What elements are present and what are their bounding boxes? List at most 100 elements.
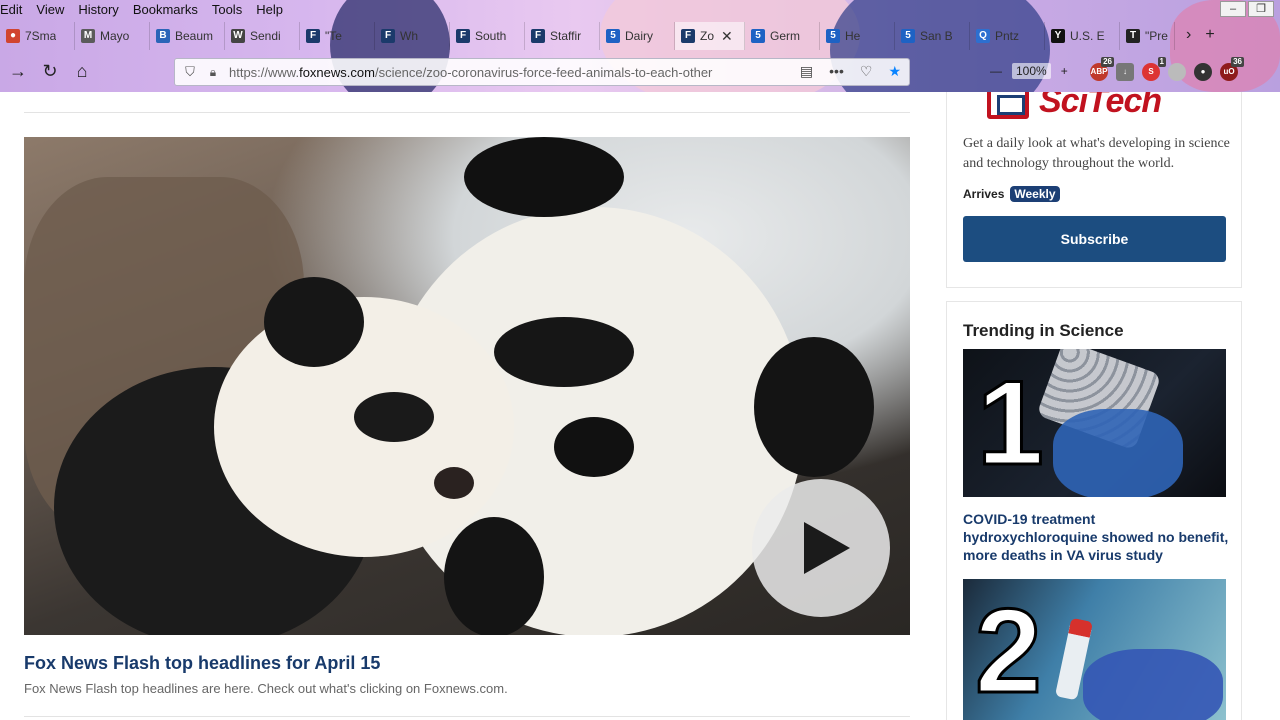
menu-edit[interactable]: Edit: [0, 0, 22, 20]
url-domain: foxnews.com: [299, 64, 375, 80]
trending-rank: 2: [974, 584, 1044, 718]
ublock-origin-icon[interactable]: uO 36: [1220, 57, 1244, 81]
tab-label: Staffir: [550, 29, 582, 43]
tab-label: Wh: [400, 29, 418, 43]
arrives-label: Arrives: [963, 187, 1005, 201]
tab-label: He: [845, 29, 861, 43]
adblock-plus-icon[interactable]: ABP 26: [1090, 57, 1114, 81]
browser-tab[interactable]: W Sendi: [225, 22, 300, 50]
menu-bar: Edit View History Bookmarks Tools Help: [0, 0, 283, 20]
channel5-icon: 5: [901, 29, 915, 43]
tab-bar: ● 7Sma M Mayo B Beaum W Sendi F "Te F Wh F Sout…: [0, 21, 1280, 51]
zoom-in-icon[interactable]: +: [1061, 64, 1068, 78]
newsletter-signup-box: SciTech Get a daily look at what's devel…: [946, 92, 1242, 288]
account-icon[interactable]: ●: [1194, 63, 1212, 81]
browser-tab[interactable]: M Mayo: [75, 22, 150, 50]
menu-history[interactable]: History: [78, 0, 118, 20]
menu-help[interactable]: Help: [256, 0, 283, 20]
video-title-link[interactable]: Fox News Flash top headlines for April 1…: [24, 653, 380, 674]
trending-item-1-headline[interactable]: COVID-19 treatment hydroxychloroquine sh…: [963, 510, 1231, 564]
trending-item-1-image[interactable]: 1: [963, 349, 1226, 497]
tab-label: 7Sma: [25, 29, 57, 43]
browser-tab[interactable]: 5 Dairy: [600, 22, 675, 50]
microchip-icon: [987, 92, 1029, 119]
browser-tab[interactable]: Y U.S. E: [1045, 22, 1120, 50]
url-text[interactable]: https://www.foxnews.com/science/zoo-coro…: [229, 65, 712, 80]
cub-nose: [434, 467, 474, 499]
new-tab-icon[interactable]: +: [1205, 26, 1214, 44]
play-button[interactable]: [752, 479, 890, 617]
url-path: /science/zoo-coronavirus-force-feed-anim…: [374, 64, 713, 80]
gloved-hands: [1053, 409, 1183, 497]
tab-label: Germ: [770, 29, 800, 43]
tracking-protection-shield-icon[interactable]: ⛉: [183, 64, 197, 80]
browser-tab[interactable]: T "Pre: [1120, 22, 1175, 50]
channel5-icon: 5: [751, 29, 765, 43]
newsletter-frequency: Arrives Weekly: [963, 186, 1060, 202]
browser-chrome: Edit View History Bookmarks Tools Help –…: [0, 0, 1280, 92]
fox-icon: F: [456, 29, 470, 43]
video-player[interactable]: [24, 137, 910, 635]
trending-item-2-image[interactable]: 2: [963, 579, 1226, 720]
zoom-controls: — 100% +: [990, 63, 1068, 79]
browser-tab[interactable]: F Wh: [375, 22, 450, 50]
browser-tab[interactable]: 5 Germ: [745, 22, 820, 50]
subscribe-button[interactable]: Subscribe: [963, 216, 1226, 262]
page-actions-icon[interactable]: •••: [829, 63, 844, 80]
zoom-level[interactable]: 100%: [1012, 63, 1051, 79]
fox-icon: F: [681, 29, 695, 43]
reload-icon[interactable]: ↻: [38, 61, 62, 82]
tab-label: U.S. E: [1070, 29, 1105, 43]
cub-paw: [444, 517, 544, 635]
newsletter-description: Get a daily look at what's developing in…: [963, 136, 1230, 171]
wsj-icon: W: [231, 29, 245, 43]
address-bar-actions: ▤ ••• ♡ ★: [800, 63, 901, 80]
lock-icon[interactable]: 🔒︎: [207, 65, 219, 80]
divider: [24, 716, 910, 717]
beaumont-icon: B: [156, 29, 170, 43]
browser-tab[interactable]: ● 7Sma: [0, 22, 75, 50]
tab-label: Beaum: [175, 29, 214, 43]
extension-grey-icon[interactable]: [1168, 63, 1186, 81]
browser-tab[interactable]: 5 He: [820, 22, 895, 50]
browser-tab-active[interactable]: F Zo ✕: [675, 22, 745, 50]
navigation-toolbar: → ↻ ⌂ ⛉ 🔒︎ https://www.foxnews.com/scien…: [0, 55, 1280, 89]
download-icon[interactable]: ↓: [1116, 63, 1134, 81]
home-icon[interactable]: ⌂: [70, 61, 94, 82]
fox-icon: F: [306, 29, 320, 43]
bookmark-star-icon[interactable]: ★: [888, 63, 901, 80]
address-bar[interactable]: ⛉ 🔒︎ https://www.foxnews.com/science/zoo…: [174, 58, 910, 86]
browser-tab[interactable]: 5 San B: [895, 22, 970, 50]
adblock-badge: 26: [1101, 57, 1114, 67]
menu-view[interactable]: View: [36, 0, 64, 20]
reader-view-icon[interactable]: ▤: [800, 63, 813, 80]
channel5-icon: 5: [826, 29, 840, 43]
scroll-tabs-right-icon[interactable]: ›: [1186, 26, 1191, 44]
zoom-out-icon[interactable]: —: [990, 64, 1002, 78]
close-tab-icon[interactable]: ✕: [721, 28, 733, 45]
browser-tab[interactable]: B Beaum: [150, 22, 225, 50]
browser-tab[interactable]: Q Pntz: [970, 22, 1045, 50]
forward-icon[interactable]: →: [6, 61, 30, 82]
adult-panda-shoulder: [754, 337, 874, 477]
menu-tools[interactable]: Tools: [212, 0, 242, 20]
video-description: Fox News Flash top headlines are here. C…: [24, 681, 508, 696]
tab-label: Dairy: [625, 29, 654, 43]
trending-rank: 1: [976, 356, 1046, 490]
extension-icon[interactable]: S1: [1142, 57, 1166, 81]
nbc-icon: ●: [6, 29, 20, 43]
browser-tab[interactable]: F South: [450, 22, 525, 50]
browser-tab[interactable]: F Staffir: [525, 22, 600, 50]
gloved-hands: [1083, 649, 1223, 720]
pocket-icon[interactable]: ♡: [860, 63, 873, 80]
minimize-button[interactable]: –: [1220, 1, 1246, 17]
tab-label: Mayo: [100, 29, 130, 43]
restore-button[interactable]: ❐: [1248, 1, 1274, 17]
browser-tab[interactable]: F "Te: [300, 22, 375, 50]
tab-label: Sendi: [250, 29, 281, 43]
trending-title: Trending in Science: [963, 321, 1124, 340]
menu-bookmarks[interactable]: Bookmarks: [133, 0, 198, 20]
extension-toolbar: ABP 26 ↓ S1 ● uO 36: [1090, 57, 1244, 81]
cub-eyepatch: [354, 392, 434, 442]
url-prefix: https://www.: [229, 64, 300, 80]
